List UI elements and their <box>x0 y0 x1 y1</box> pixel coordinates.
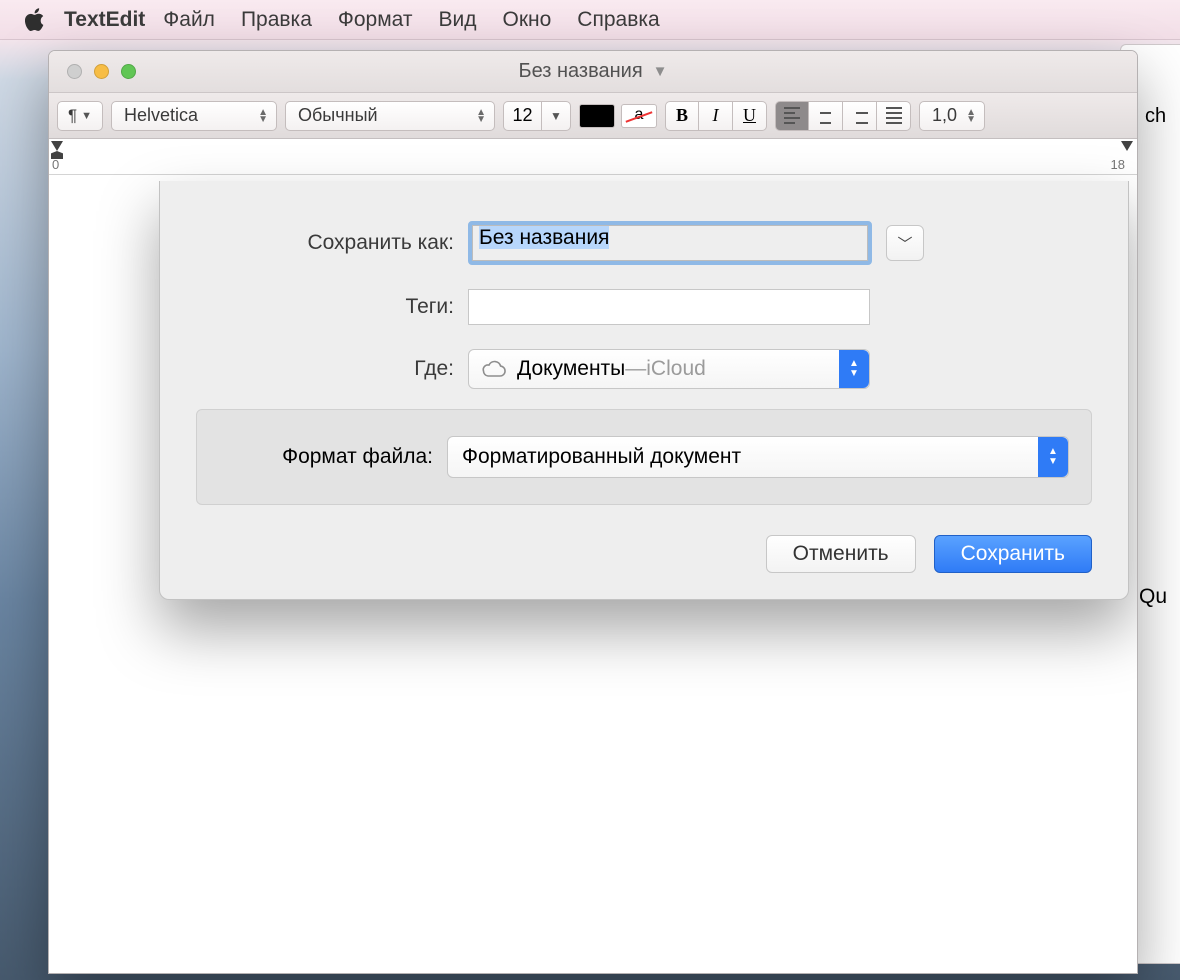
tags-label: Теги: <box>196 295 468 319</box>
swatch-letter: a <box>622 106 656 124</box>
first-line-indent-marker[interactable] <box>51 141 63 151</box>
file-format-value: Форматированный документ <box>462 445 741 469</box>
font-size-field[interactable]: 12 <box>503 101 541 131</box>
where-service: iCloud <box>646 357 706 381</box>
format-stepper-icon: ▲▼ <box>1038 437 1068 477</box>
text-style-segment: B I U <box>665 101 767 131</box>
apple-menu-icon[interactable] <box>22 6 50 34</box>
menu-file[interactable]: Файл <box>163 8 215 32</box>
where-location-select[interactable]: Документы — iCloud ▲▼ <box>468 349 870 389</box>
alignment-segment <box>775 101 911 131</box>
align-right-button[interactable] <box>843 101 877 131</box>
background-text-1: ch <box>1145 105 1166 128</box>
italic-button[interactable]: I <box>699 101 733 131</box>
file-format-box: Формат файла: Форматированный документ ▲… <box>196 409 1092 505</box>
align-left-button[interactable] <box>775 101 809 131</box>
window-title[interactable]: Без названия ▼ <box>49 60 1137 83</box>
titlebar: Без названия ▼ <box>49 51 1137 93</box>
app-name[interactable]: TextEdit <box>64 8 145 32</box>
filename-value: Без названия <box>479 226 609 249</box>
underline-button[interactable]: U <box>733 101 767 131</box>
where-separator: — <box>625 357 646 381</box>
save-sheet: Сохранить как: Без названия ﹀ Теги: Где:… <box>159 181 1129 600</box>
ruler[interactable]: 0 18 <box>49 139 1137 175</box>
font-style-value: Обычный <box>298 105 378 126</box>
where-label: Где: <box>196 357 468 381</box>
font-family-select[interactable]: Helvetica <box>111 101 277 131</box>
paragraph-style-button[interactable]: ¶ ▼ <box>57 101 103 131</box>
updown-icon <box>966 109 976 123</box>
font-size-control: 12 ▼ <box>503 101 571 131</box>
chevron-down-icon: ﹀ <box>897 233 912 254</box>
menubar: TextEdit Файл Правка Формат Вид Окно Спр… <box>0 0 1180 40</box>
ruler-tick-start: 0 <box>52 157 59 172</box>
right-indent-marker[interactable] <box>1121 141 1133 151</box>
bold-button[interactable]: B <box>665 101 699 131</box>
chevron-down-icon: ▼ <box>81 110 92 122</box>
highlight-color-swatch[interactable]: a <box>621 104 657 128</box>
align-center-button[interactable] <box>809 101 843 131</box>
font-family-value: Helvetica <box>124 105 198 126</box>
cancel-button[interactable]: Отменить <box>766 535 916 573</box>
pilcrow-icon: ¶ <box>68 106 77 126</box>
where-folder: Документы <box>517 357 625 381</box>
background-text-2: Qu <box>1139 585 1167 609</box>
expand-save-panel-button[interactable]: ﹀ <box>886 225 924 261</box>
save-as-label: Сохранить как: <box>196 231 468 255</box>
align-justify-button[interactable] <box>877 101 911 131</box>
window-title-text: Без названия <box>518 60 642 83</box>
line-spacing-value: 1,0 <box>932 105 957 126</box>
text-color-swatch[interactable] <box>579 104 615 128</box>
updown-icon <box>258 109 268 123</box>
font-style-select[interactable]: Обычный <box>285 101 495 131</box>
filename-field[interactable]: Без названия <box>472 225 868 261</box>
toolbar: ¶ ▼ Helvetica Обычный 12 ▼ a B I U <box>49 93 1137 139</box>
line-spacing-select[interactable]: 1,0 <box>919 101 985 131</box>
title-chevron-icon: ▼ <box>653 63 668 80</box>
dialog-actions: Отменить Сохранить <box>196 535 1092 573</box>
filename-focus-ring: Без названия <box>468 221 872 265</box>
save-button[interactable]: Сохранить <box>934 535 1092 573</box>
menu-edit[interactable]: Правка <box>241 8 312 32</box>
textedit-window: Без названия ▼ ¶ ▼ Helvetica Обычный 12 … <box>48 50 1138 974</box>
menu-format[interactable]: Формат <box>338 8 413 32</box>
where-stepper-icon: ▲▼ <box>839 350 869 388</box>
font-size-stepper[interactable]: ▼ <box>541 101 571 131</box>
tags-field[interactable] <box>468 289 870 325</box>
ruler-tick-end: 18 <box>1111 157 1125 172</box>
icloud-icon <box>481 360 507 378</box>
file-format-select[interactable]: Форматированный документ ▲▼ <box>447 436 1069 478</box>
menu-view[interactable]: Вид <box>438 8 476 32</box>
file-format-label: Формат файла: <box>219 445 447 469</box>
updown-icon <box>476 109 486 123</box>
menu-help[interactable]: Справка <box>577 8 659 32</box>
menu-window[interactable]: Окно <box>502 8 551 32</box>
